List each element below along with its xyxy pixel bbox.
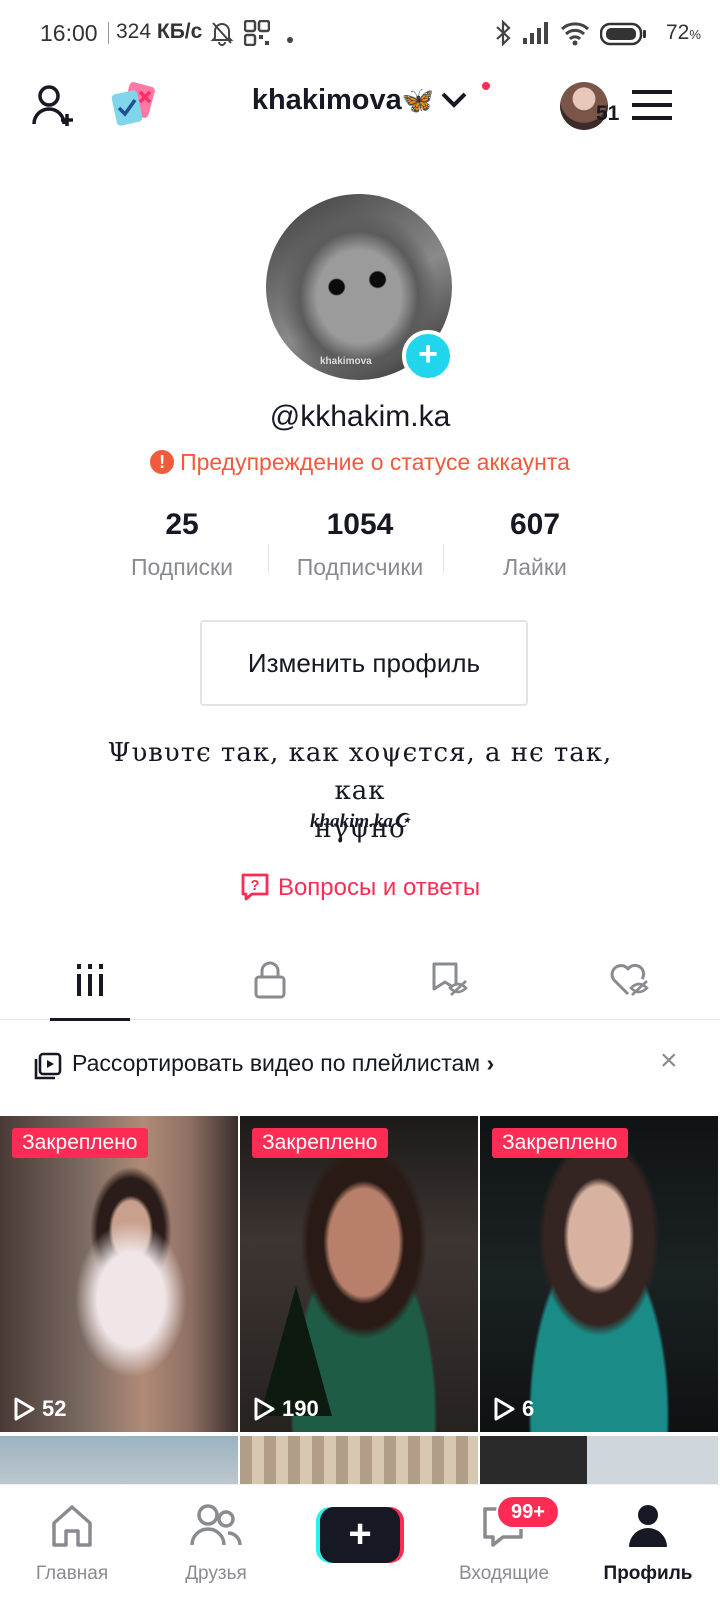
battery-icon <box>599 22 648 51</box>
signal-icon <box>522 20 550 51</box>
stat-label: Подписки <box>131 554 233 580</box>
grid-icon <box>75 963 105 1001</box>
pinned-badge: Закреплено <box>252 1128 388 1158</box>
bottom-navigation: Главная Друзья + Входящие 99+ Профиль <box>0 1484 720 1600</box>
video-thumbnail[interactable]: Закреплено 52 <box>0 1116 238 1432</box>
tab-liked[interactable] <box>540 944 720 1020</box>
nav-friends[interactable]: Друзья <box>144 1485 288 1600</box>
speed-unit: КБ/с <box>156 20 203 43</box>
views-value: 52 <box>42 1396 67 1421</box>
account-name: khakimova <box>251 84 402 116</box>
stories-count: 51 <box>596 102 620 125</box>
bookmark-hidden-icon <box>430 961 470 1004</box>
close-icon[interactable]: × <box>660 1044 678 1078</box>
home-icon <box>0 1503 144 1549</box>
menu-icon[interactable] <box>632 88 672 127</box>
inbox-badge: 99+ <box>496 1495 560 1529</box>
question-bubble-icon: ? <box>241 873 269 901</box>
bluetooth-icon <box>494 19 514 51</box>
qr-icon <box>243 19 271 51</box>
warning-text: Предупреждение о статусе аккаунта <box>180 449 570 475</box>
video-thumbnail[interactable]: Закреплено 190 <box>240 1116 478 1432</box>
heart-hidden-icon <box>609 961 651 1004</box>
qa-text: Вопросы и ответы <box>277 874 481 901</box>
status-separator <box>108 22 109 44</box>
nav-label: Входящие <box>458 1563 550 1584</box>
chevron-down-icon <box>440 85 468 118</box>
butterfly-emoji: 🦋 <box>401 85 435 115</box>
profile-icon <box>576 1503 720 1549</box>
wifi-icon <box>560 20 590 51</box>
nav-profile[interactable]: Профиль <box>576 1485 720 1600</box>
playlist-banner[interactable]: Рассортировать видео по плейлистам › × <box>0 1030 720 1100</box>
play-icon <box>494 1397 515 1421</box>
add-story-button[interactable]: + <box>402 330 454 382</box>
stat-value: 607 <box>509 508 561 541</box>
view-count: 52 <box>12 1396 66 1422</box>
tab-favorites[interactable] <box>360 944 540 1020</box>
mute-bell-icon <box>210 20 234 51</box>
nav-home[interactable]: Главная <box>0 1485 144 1600</box>
stat-following[interactable]: 25 Подписки <box>97 508 267 581</box>
stat-likes[interactable]: 607 Лайки <box>450 508 620 581</box>
warning-icon: ! <box>150 449 175 474</box>
pinned-badge: Закреплено <box>492 1128 628 1158</box>
lock-icon <box>253 961 287 1004</box>
profile-handle: @kkhakim.ka <box>269 400 451 433</box>
chevron-right-icon: › <box>486 1050 495 1076</box>
bio-line: Ψυвυтє тaк, кaк xoψєтcя, a нє тaк, кaк <box>107 738 613 806</box>
screen: 16:00 324 КБ/с 72% khakimova🦋 51 khakimo… <box>0 0 720 1600</box>
account-status-warning[interactable]: ! Предупреждение о статусе аккаунта <box>0 449 720 476</box>
svg-text:?: ? <box>250 877 259 894</box>
views-value: 190 <box>282 1396 319 1421</box>
views-value: 6 <box>522 1396 535 1421</box>
nav-label: Друзья <box>185 1563 247 1584</box>
battery-level: 72% <box>666 21 701 45</box>
create-button[interactable]: + <box>316 1507 404 1563</box>
battery-value: 72 <box>666 21 690 44</box>
profile-stats: 25 Подписки 1054 Подписчики 607 Лайки <box>0 508 720 588</box>
avatar-caption: khakimova <box>320 356 372 367</box>
video-thumbnail[interactable]: Закреплено 6 <box>480 1116 718 1432</box>
bio-signature: khakim.ka☪ <box>310 811 410 832</box>
status-network-speed: 324 КБ/с <box>116 20 202 44</box>
video-grid: Закреплено 52 Закреплено 190 Закреплено … <box>0 1116 720 1496</box>
stat-value: 1054 <box>326 508 394 541</box>
play-icon <box>254 1397 275 1421</box>
view-count: 190 <box>252 1396 319 1422</box>
stat-followers[interactable]: 1054 Подписчики <box>275 508 445 581</box>
playlist-icon <box>34 1052 62 1085</box>
stat-divider <box>268 544 269 574</box>
nav-label: Главная <box>35 1563 109 1584</box>
plus-icon: + <box>320 1507 400 1563</box>
stat-label: Лайки <box>503 554 567 580</box>
qa-link[interactable]: ? Вопросы и ответы <box>0 873 720 902</box>
dot-icon <box>287 30 293 48</box>
edit-profile-button[interactable]: Изменить профиль <box>200 620 528 706</box>
status-bar: 16:00 324 КБ/с 72% <box>0 0 720 66</box>
nav-label: Профиль <box>603 1563 693 1584</box>
profile-tabs <box>0 944 720 1021</box>
playlist-label: Рассортировать видео по плейлистам <box>72 1050 481 1076</box>
battery-unit: % <box>689 27 701 42</box>
playlist-text: Рассортировать видео по плейлистам › <box>72 1050 494 1077</box>
pinned-badge: Закреплено <box>12 1128 148 1158</box>
stat-label: Подписчики <box>296 554 424 580</box>
tab-videos[interactable] <box>0 944 180 1021</box>
view-count: 6 <box>492 1396 534 1422</box>
stat-value: 25 <box>165 508 199 541</box>
speed-value: 324 <box>116 20 152 43</box>
play-icon <box>14 1397 35 1421</box>
tab-active-indicator <box>50 1018 130 1021</box>
friends-icon <box>144 1503 288 1549</box>
status-time: 16:00 <box>40 20 98 46</box>
tab-private[interactable] <box>180 944 360 1020</box>
stat-divider <box>443 544 444 574</box>
notification-dot <box>482 82 490 90</box>
profile-header: khakimova🦋 51 <box>0 66 720 150</box>
